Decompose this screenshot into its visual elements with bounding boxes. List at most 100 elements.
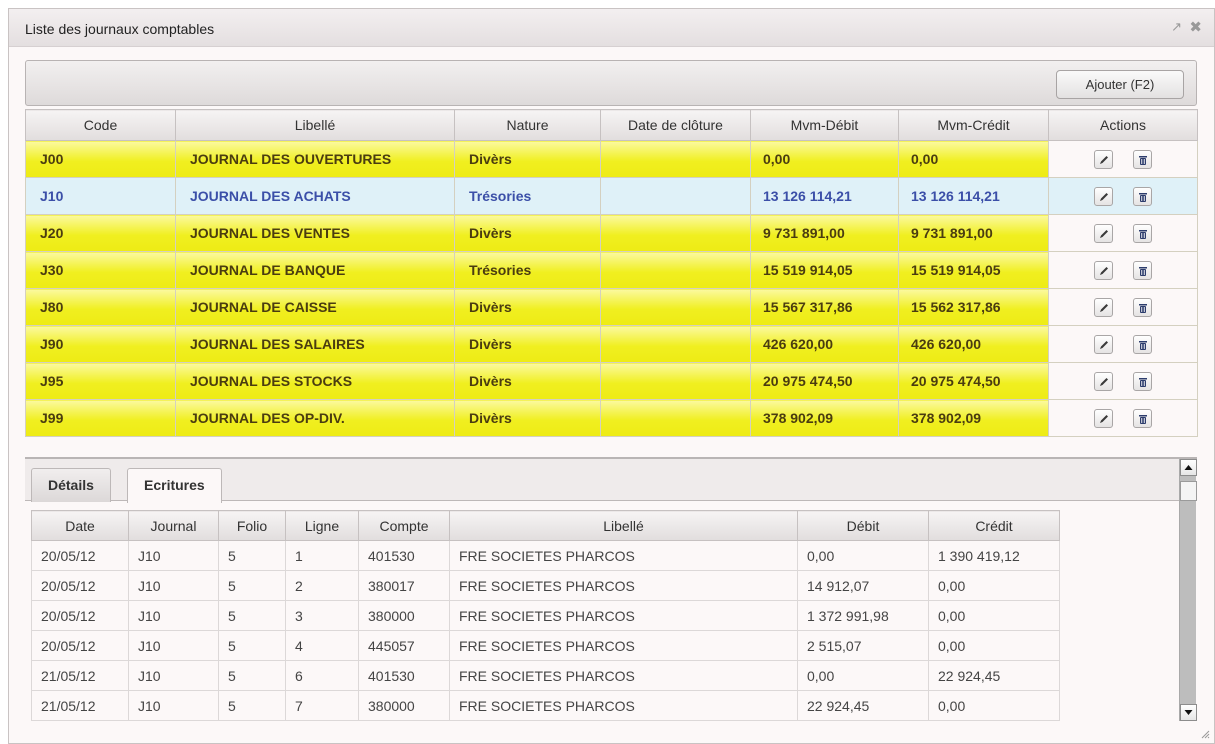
- journal-date-cloture-cell: [600, 214, 751, 252]
- journal-nature-cell: Divèrs: [454, 399, 601, 437]
- trash-icon[interactable]: [1133, 408, 1152, 428]
- scroll-down-button[interactable]: [1180, 704, 1197, 721]
- journal-nature-cell: Divèrs: [454, 288, 601, 326]
- journal-date-cloture-cell: [600, 140, 751, 178]
- col-header-credit[interactable]: Crédit: [928, 510, 1060, 541]
- popout-icon[interactable]: ↗: [1171, 19, 1182, 35]
- journal-actions-cell: [1048, 362, 1198, 400]
- ecriture-ligne-cell: 2: [285, 570, 359, 601]
- ecriture-folio-cell: 5: [218, 660, 286, 691]
- journal-credit-cell: 15 562 317,86: [898, 288, 1049, 326]
- col-header-compte[interactable]: Compte: [358, 510, 450, 541]
- col-header-journal[interactable]: Journal: [128, 510, 219, 541]
- toolbar: Ajouter (F2): [25, 60, 1197, 106]
- tab-ecritures[interactable]: Ecritures: [127, 468, 222, 503]
- trash-icon[interactable]: [1133, 334, 1152, 354]
- col-header-date-cloture[interactable]: Date de clôture: [600, 109, 751, 141]
- pencil-icon[interactable]: [1094, 334, 1113, 354]
- trash-icon[interactable]: [1133, 223, 1152, 243]
- ecriture-row[interactable]: 20/05/12 J10 5 1 401530 FRE SOCIETES PHARCOS 0…: [31, 540, 1060, 571]
- journal-row[interactable]: J10 JOURNAL DES ACHATS Trésories 13 126 114…: [25, 177, 1198, 215]
- ecritures-table: Date Journal Folio Ligne Compte Libellé …: [31, 510, 1060, 721]
- journal-date-cloture-cell: [600, 177, 751, 215]
- trash-icon[interactable]: [1133, 371, 1152, 391]
- resize-grip-icon[interactable]: [1200, 729, 1210, 739]
- trash-icon[interactable]: [1133, 297, 1152, 317]
- journal-code-cell: J30: [25, 251, 176, 289]
- col-header-folio[interactable]: Folio: [218, 510, 286, 541]
- ecritures-header-row: Date Journal Folio Ligne Compte Libellé …: [31, 510, 1060, 541]
- ecriture-row[interactable]: 21/05/12 J10 5 6 401530 FRE SOCIETES PHARCOS 0…: [31, 660, 1060, 691]
- journal-row[interactable]: J20 JOURNAL DES VENTES Divèrs 9 731 891,00 9…: [25, 214, 1198, 252]
- col-header-ligne[interactable]: Ligne: [285, 510, 359, 541]
- journal-row[interactable]: J30 JOURNAL DE BANQUE Trésories 15 519 914,…: [25, 251, 1198, 289]
- vertical-scrollbar[interactable]: [1179, 459, 1197, 721]
- ecriture-ligne-cell: 4: [285, 630, 359, 661]
- ecriture-libelle-cell: FRE SOCIETES PHARCOS: [449, 660, 798, 691]
- journal-actions-cell: [1048, 140, 1198, 178]
- col-header-mvm-credit[interactable]: Mvm-Crédit: [898, 109, 1049, 141]
- ecriture-credit-cell: 1 390 419,12: [928, 540, 1060, 571]
- ecriture-libelle-cell: FRE SOCIETES PHARCOS: [449, 540, 798, 571]
- ecriture-row[interactable]: 20/05/12 J10 5 4 445057 FRE SOCIETES PHARCOS 2…: [31, 630, 1060, 661]
- journal-debit-cell: 20 975 474,50: [750, 362, 899, 400]
- pencil-icon[interactable]: [1094, 149, 1113, 169]
- col-header-actions: Actions: [1048, 109, 1198, 141]
- col-header-date[interactable]: Date: [31, 510, 129, 541]
- pencil-icon[interactable]: [1094, 186, 1113, 206]
- ecriture-row[interactable]: 20/05/12 J10 5 2 380017 FRE SOCIETES PHARCOS 1…: [31, 570, 1060, 601]
- tab-strip: Détails Ecritures: [25, 459, 1181, 503]
- pencil-icon[interactable]: [1094, 260, 1113, 280]
- close-icon[interactable]: ✖: [1189, 18, 1202, 36]
- ecriture-date-cell: 21/05/12: [31, 660, 129, 691]
- journal-date-cloture-cell: [600, 362, 751, 400]
- ecriture-debit-cell: 22 924,45: [797, 690, 929, 721]
- journal-row[interactable]: J90 JOURNAL DES SALAIRES Divèrs 426 620,00 4…: [25, 325, 1198, 363]
- col-header-debit[interactable]: Débit: [797, 510, 929, 541]
- trash-icon[interactable]: [1133, 260, 1152, 280]
- col-header-libelle-ecriture[interactable]: Libellé: [449, 510, 798, 541]
- add-button[interactable]: Ajouter (F2): [1056, 70, 1184, 99]
- ecriture-debit-cell: 14 912,07: [797, 570, 929, 601]
- ecriture-folio-cell: 5: [218, 690, 286, 721]
- ecriture-folio-cell: 5: [218, 540, 286, 571]
- col-header-nature[interactable]: Nature: [454, 109, 601, 141]
- trash-icon[interactable]: [1133, 149, 1152, 169]
- journal-date-cloture-cell: [600, 251, 751, 289]
- col-header-libelle[interactable]: Libellé: [175, 109, 455, 141]
- ecriture-row[interactable]: 20/05/12 J10 5 3 380000 FRE SOCIETES PHARCOS 1…: [31, 600, 1060, 631]
- pencil-icon[interactable]: [1094, 223, 1113, 243]
- pencil-icon[interactable]: [1094, 297, 1113, 317]
- ecriture-date-cell: 20/05/12: [31, 630, 129, 661]
- journal-row[interactable]: J00 JOURNAL DES OUVERTURES Divèrs 0,00 0,00: [25, 140, 1198, 178]
- trash-icon[interactable]: [1133, 186, 1152, 206]
- journal-code-cell: J99: [25, 399, 176, 437]
- journal-actions-cell: [1048, 177, 1198, 215]
- scroll-up-button[interactable]: [1180, 459, 1197, 476]
- journal-date-cloture-cell: [600, 399, 751, 437]
- tab-details[interactable]: Détails: [31, 468, 111, 502]
- journal-row[interactable]: J99 JOURNAL DES OP-DIV. Divèrs 378 902,09 37…: [25, 399, 1198, 437]
- ecriture-libelle-cell: FRE SOCIETES PHARCOS: [449, 690, 798, 721]
- col-header-mvm-debit[interactable]: Mvm-Débit: [750, 109, 899, 141]
- ecriture-compte-cell: 401530: [358, 540, 450, 571]
- journal-credit-cell: 13 126 114,21: [898, 177, 1049, 215]
- journal-debit-cell: 9 731 891,00: [750, 214, 899, 252]
- ecriture-ligne-cell: 3: [285, 600, 359, 631]
- col-header-code[interactable]: Code: [25, 109, 176, 141]
- journal-credit-cell: 0,00: [898, 140, 1049, 178]
- journal-actions-cell: [1048, 214, 1198, 252]
- journal-row[interactable]: J80 JOURNAL DE CAISSE Divèrs 15 567 317,86 1…: [25, 288, 1198, 326]
- scroll-thumb[interactable]: [1180, 481, 1197, 501]
- pencil-icon[interactable]: [1094, 408, 1113, 428]
- journal-code-cell: J80: [25, 288, 176, 326]
- pencil-icon[interactable]: [1094, 371, 1113, 391]
- ecriture-credit-cell: 0,00: [928, 690, 1060, 721]
- ecriture-journal-cell: J10: [128, 540, 219, 571]
- journal-libelle-cell: JOURNAL DES VENTES: [175, 214, 455, 252]
- ecriture-row[interactable]: 21/05/12 J10 5 7 380000 FRE SOCIETES PHARCOS 2…: [31, 690, 1060, 721]
- journal-row[interactable]: J95 JOURNAL DES STOCKS Divèrs 20 975 474,50…: [25, 362, 1198, 400]
- journal-debit-cell: 378 902,09: [750, 399, 899, 437]
- journals-window: Liste des journaux comptables ↗ ✖ Ajoute…: [8, 8, 1215, 744]
- ecriture-debit-cell: 1 372 991,98: [797, 600, 929, 631]
